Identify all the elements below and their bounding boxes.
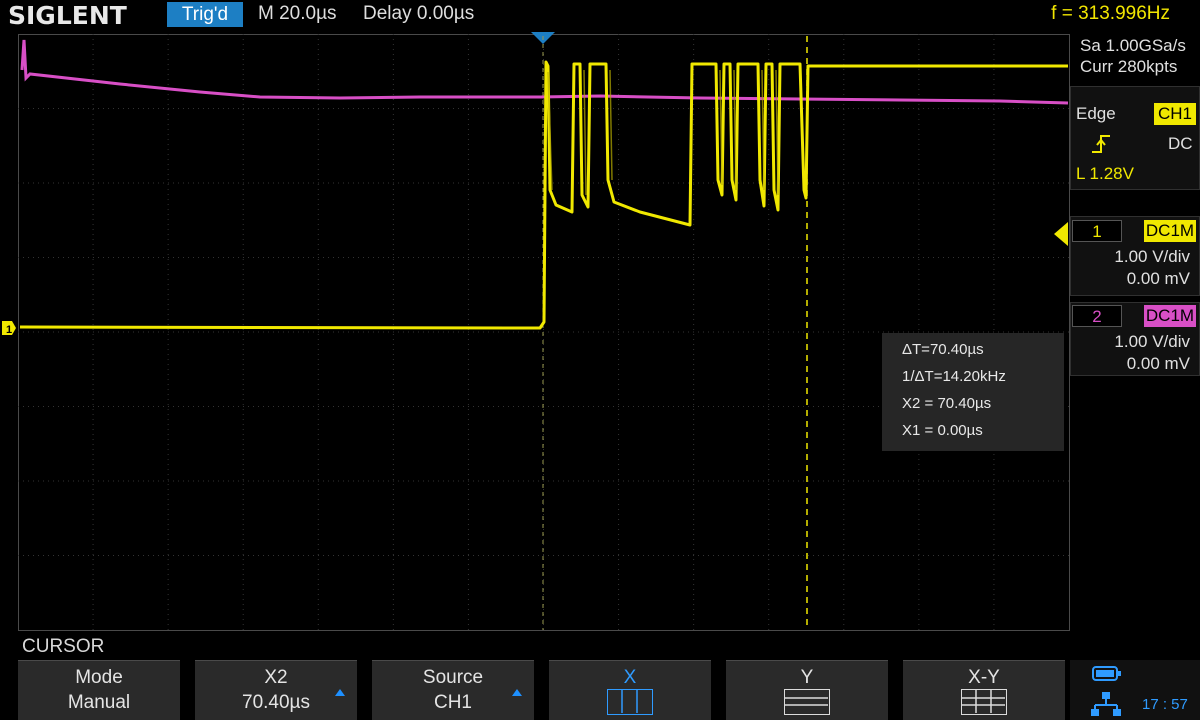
softkey-mode[interactable]: Mode Manual (18, 660, 180, 720)
softkey-xy-cursor[interactable]: X-Y (903, 660, 1065, 720)
ch1-trace (19, 60, 1068, 330)
softkey-source-label: Source (422, 667, 484, 688)
cursor-inverse-delta-t: 1/ΔT=14.20kHz (902, 368, 1006, 385)
clock: 17 : 57 (1142, 696, 1188, 713)
cursor-x2-value: X2 = 70.40µs (902, 395, 992, 412)
softkey-y-label: Y (800, 667, 814, 688)
y-cursor-icon (784, 689, 830, 715)
ch1-ground-marker: 1 (2, 321, 16, 336)
trigger-level: L 1.28V (1076, 164, 1134, 183)
rising-edge-icon (1092, 135, 1110, 153)
xy-cursor-icon (961, 689, 1007, 715)
ch1-coupling-badge: DC1M (1144, 220, 1196, 242)
ch1-offset: 0.00 mV (1126, 269, 1190, 288)
ch1-number: 1 (1072, 220, 1122, 242)
sample-rate: Sa 1.00GSa/s (1080, 36, 1186, 55)
cursor-readout-box: ΔT=70.40µs 1/ΔT=14.20kHz X2 = 70.40µs X1… (882, 333, 1064, 451)
softkey-source-value: CH1 (433, 692, 472, 713)
battery-icon (1092, 666, 1121, 681)
adjust-knob-icon (512, 689, 522, 696)
network-icon (1091, 692, 1121, 716)
softkey-y-cursor[interactable]: Y (726, 660, 888, 720)
softkey-x2-value: 70.40µs (242, 692, 310, 713)
ch2-offset: 0.00 mV (1126, 354, 1190, 373)
softkey-source[interactable]: Source CH1 (372, 660, 534, 720)
x-cursor-icon (607, 689, 653, 715)
softkey-xy-label: X-Y (968, 667, 1000, 688)
trigger-type: Edge (1076, 104, 1116, 123)
trigger-level-marker (1054, 222, 1068, 246)
softkey-mode-label: Mode (75, 667, 123, 688)
ch1-scale: 1.00 V/div (1114, 247, 1190, 266)
cursor-delta-t: ΔT=70.40µs (902, 341, 984, 358)
softkey-x2[interactable]: X2 70.40µs (195, 660, 357, 720)
ch2-number: 2 (1072, 305, 1122, 327)
softkey-x2-label: X2 (264, 667, 288, 688)
softkey-x-cursor[interactable]: X (549, 660, 711, 720)
menu-title: CURSOR (22, 636, 105, 657)
trigger-coupling: DC (1168, 134, 1193, 153)
trigger-source-badge: CH1 (1154, 103, 1196, 125)
cursor-x1-value: X1 = 0.00µs (902, 422, 983, 439)
ch2-scale: 1.00 V/div (1114, 332, 1190, 351)
adjust-knob-icon (335, 689, 345, 696)
ch2-coupling-badge: DC1M (1144, 305, 1196, 327)
softkey-x-label: X (623, 667, 637, 688)
memory-depth: Curr 280kpts (1080, 57, 1178, 76)
svg-text:1: 1 (6, 324, 12, 336)
softkey-mode-value: Manual (67, 692, 131, 713)
